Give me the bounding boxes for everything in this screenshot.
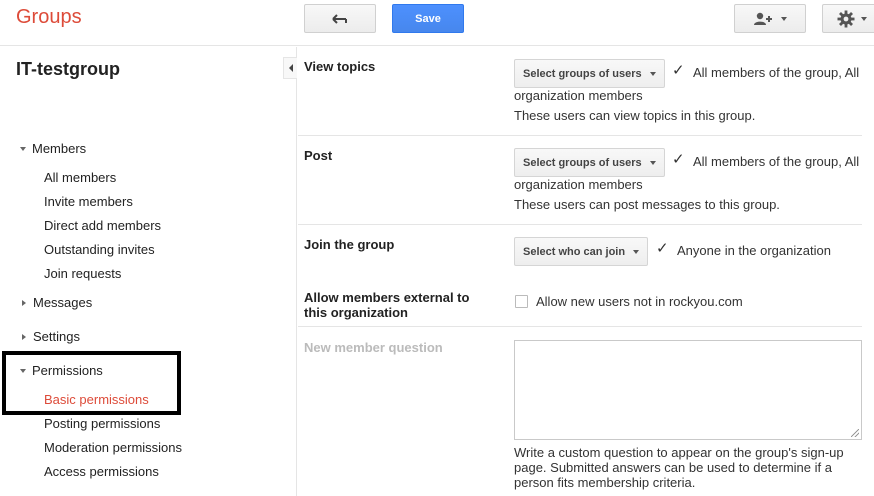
allow-external-checkbox[interactable] (515, 295, 528, 308)
sidebar-section-label: Settings (33, 329, 80, 344)
chevron-down-icon (861, 16, 867, 21)
collapse-sidebar-button[interactable] (283, 57, 297, 79)
sidebar-section-settings[interactable]: Settings (20, 329, 80, 344)
sidebar: IT-testgroup Members All members Invite … (0, 47, 297, 496)
post-label: Post (304, 148, 333, 163)
sidebar-item-join-requests[interactable]: Join requests (44, 266, 121, 281)
chevron-left-icon (288, 64, 293, 72)
post-dropdown[interactable]: Select groups of users (514, 148, 665, 177)
divider (298, 224, 862, 225)
external-members-label-line: this organization (304, 305, 408, 320)
expand-right-icon (22, 299, 26, 306)
top-bar: Groups Save (0, 0, 874, 46)
resize-handle-icon[interactable] (851, 429, 859, 437)
join-group-label: Join the group (304, 237, 395, 252)
sidebar-section-messages[interactable]: Messages (20, 295, 92, 310)
post-value-cont: organization members (514, 177, 643, 192)
checkmark-icon: ✓ (672, 62, 685, 79)
post-help: These users can post messages to this gr… (514, 197, 780, 212)
new-member-question-description: Write a custom question to appear on the… (514, 445, 844, 490)
sidebar-item-direct-add-members[interactable]: Direct add members (44, 218, 161, 233)
view-topics-dropdown[interactable]: Select groups of users (514, 59, 665, 88)
chevron-down-icon (633, 249, 640, 254)
divider (298, 326, 862, 327)
new-member-question-label: New member question (304, 340, 443, 355)
sidebar-item-moderation-permissions[interactable]: Moderation permissions (44, 440, 182, 455)
new-member-question-textarea[interactable] (514, 340, 862, 440)
sidebar-item-all-members[interactable]: All members (44, 170, 116, 185)
sidebar-section-members[interactable]: Members (20, 141, 86, 156)
back-arrow-icon (332, 13, 347, 24)
group-title: IT-testgroup (16, 59, 120, 79)
basic-permissions-panel: View topics Select groups of users ✓ All… (298, 47, 874, 496)
save-button[interactable]: Save (392, 4, 464, 33)
dropdown-label: Select groups of users (523, 67, 642, 80)
dropdown-label: Select groups of users (523, 156, 642, 169)
sidebar-item-invite-members[interactable]: Invite members (44, 194, 133, 209)
expand-down-icon (20, 146, 26, 151)
expand-right-icon (22, 333, 26, 340)
view-topics-help: These users can view topics in this grou… (514, 108, 756, 123)
view-topics-value: All members of the group, All (693, 65, 860, 80)
external-members-label: Allow members external to this organizat… (304, 290, 469, 320)
sidebar-item-outstanding-invites[interactable]: Outstanding invites (44, 242, 155, 257)
dropdown-label: Select who can join (523, 245, 626, 258)
groups-logo[interactable]: Groups (16, 6, 82, 29)
highlight-annotation-box (2, 351, 181, 415)
sidebar-item-posting-permissions[interactable]: Posting permissions (44, 416, 160, 431)
add-user-menu-button[interactable] (734, 4, 806, 33)
chevron-down-icon (649, 160, 656, 165)
sidebar-item-access-permissions[interactable]: Access permissions (44, 464, 159, 479)
join-group-value: Anyone in the organization (677, 243, 831, 258)
chevron-down-icon (649, 71, 656, 76)
external-members-label-line: Allow members external to (304, 290, 470, 305)
add-user-icon (754, 12, 772, 25)
checkmark-icon: ✓ (672, 151, 685, 168)
divider (298, 135, 862, 136)
back-button[interactable] (304, 4, 376, 33)
sidebar-section-label: Messages (33, 295, 93, 310)
sidebar-section-label: Members (32, 141, 87, 156)
view-topics-value-cont: organization members (514, 88, 643, 103)
settings-menu-button[interactable] (822, 4, 874, 33)
gear-icon (837, 10, 855, 27)
checkmark-icon: ✓ (656, 240, 669, 257)
allow-external-checkbox-label[interactable]: Allow new users not in rockyou.com (536, 294, 743, 309)
join-group-dropdown[interactable]: Select who can join (514, 237, 649, 266)
chevron-down-icon (781, 16, 787, 21)
view-topics-label: View topics (304, 59, 376, 74)
post-value: All members of the group, All (693, 154, 860, 169)
